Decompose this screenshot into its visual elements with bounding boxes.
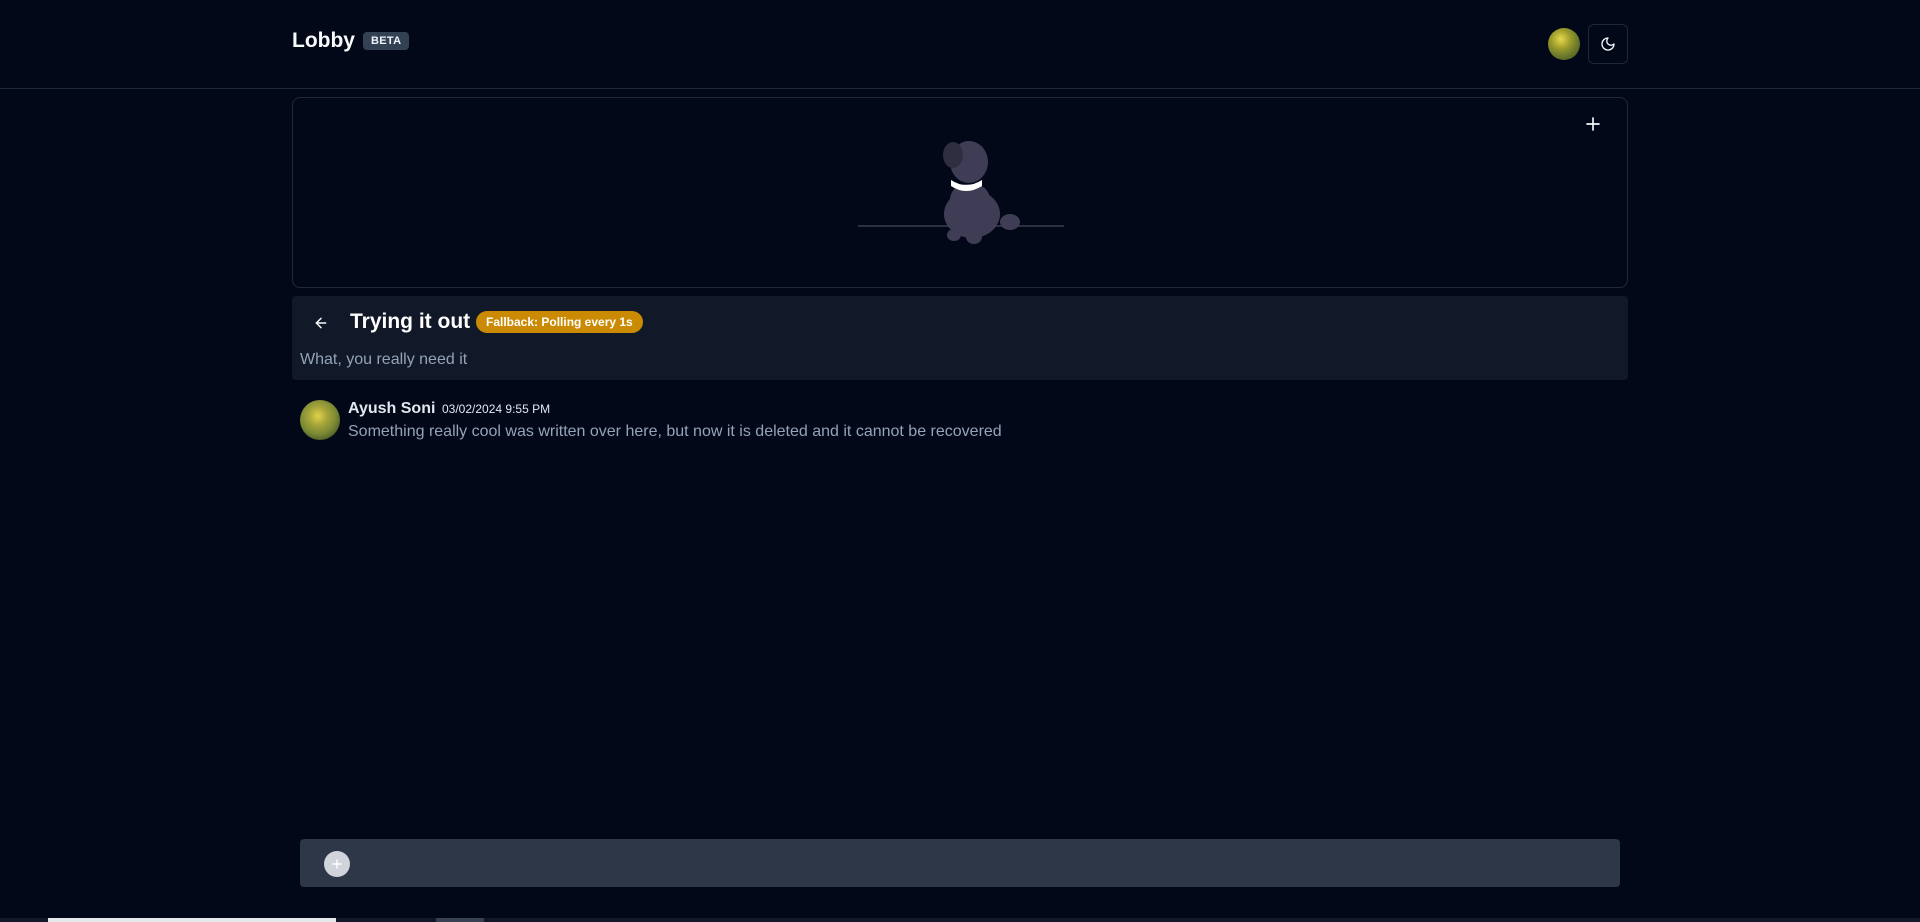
brand: Lobby BETA (292, 29, 410, 53)
dog-illustration (858, 141, 1064, 244)
avatar[interactable] (300, 400, 340, 440)
topic-title: Trying it out (350, 310, 471, 333)
message-input[interactable] (364, 847, 1604, 879)
scrollbar-thumb[interactable] (48, 918, 336, 922)
message-text: Something really cool was written over h… (348, 423, 1002, 440)
message-item: Ayush Soni 03/02/2024 9:55 PM Something … (300, 400, 1600, 444)
topic-description: What, you really need it (300, 351, 468, 368)
user-avatar[interactable] (1548, 28, 1580, 60)
back-button[interactable] (308, 310, 334, 336)
lobby-banner (292, 97, 1628, 288)
horizontal-scrollbar[interactable] (0, 918, 1920, 922)
message-author[interactable]: Ayush Soni (348, 400, 435, 418)
message-composer (300, 839, 1620, 887)
app-title[interactable]: Lobby (292, 29, 355, 53)
status-badge: Fallback: Polling every 1s (476, 311, 643, 333)
topic-header: Trying it out Fallback: Polling every 1s… (292, 296, 1628, 380)
moon-icon (1601, 37, 1615, 51)
theme-toggle-button[interactable] (1588, 24, 1628, 64)
arrow-left-icon (315, 317, 327, 329)
plus-icon (1586, 117, 1600, 131)
beta-badge: BETA (363, 32, 410, 50)
scrollbar-segment (436, 918, 484, 922)
add-banner-button[interactable] (1581, 112, 1605, 136)
plus-circle-icon (332, 859, 342, 869)
message-timestamp: 03/02/2024 9:55 PM (442, 402, 551, 416)
app-header: Lobby BETA (0, 0, 1920, 89)
attach-button[interactable] (324, 851, 350, 877)
